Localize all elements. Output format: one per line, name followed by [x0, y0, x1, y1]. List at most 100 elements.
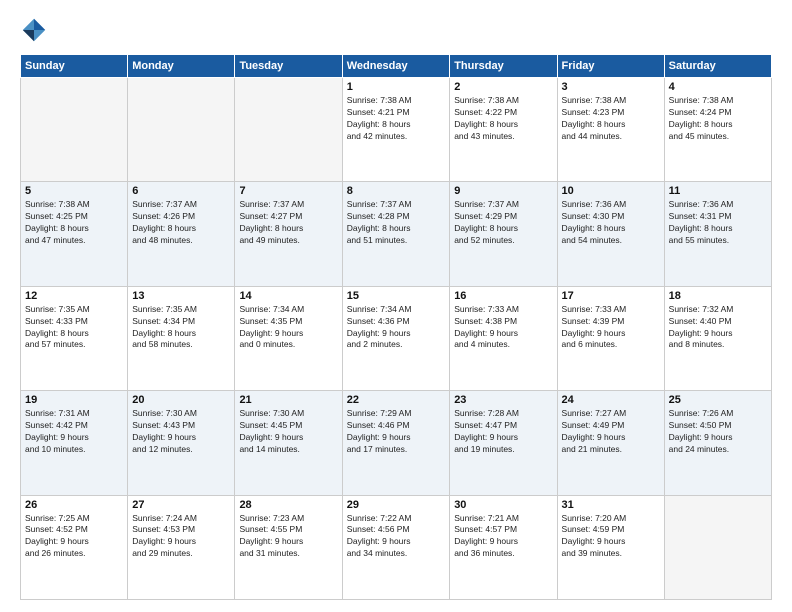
- day-number: 2: [454, 81, 552, 93]
- day-number: 21: [239, 394, 337, 406]
- day-info: Sunrise: 7:24 AM Sunset: 4:53 PM Dayligh…: [132, 513, 230, 561]
- day-info: Sunrise: 7:36 AM Sunset: 4:31 PM Dayligh…: [669, 199, 767, 247]
- day-number: 5: [25, 185, 123, 197]
- day-number: 13: [132, 290, 230, 302]
- weekday-header-sunday: Sunday: [21, 55, 128, 78]
- day-number: 29: [347, 499, 445, 511]
- day-number: 1: [347, 81, 445, 93]
- calendar-cell: 7Sunrise: 7:37 AM Sunset: 4:27 PM Daylig…: [235, 182, 342, 286]
- day-number: 17: [562, 290, 660, 302]
- day-info: Sunrise: 7:20 AM Sunset: 4:59 PM Dayligh…: [562, 513, 660, 561]
- day-info: Sunrise: 7:36 AM Sunset: 4:30 PM Dayligh…: [562, 199, 660, 247]
- calendar-cell: 16 Sunrise: 7:33 AM Sunset: 4:38 PM Dayli…: [450, 286, 557, 390]
- day-info: Sunrise: 7:38 AM Sunset: 4:25 PM Dayligh…: [25, 199, 123, 247]
- day-info: Sunrise: 7:37 AM Sunset: 4:29 PM Dayligh…: [454, 199, 552, 247]
- calendar-cell: 28 Sunrise: 7:23 AM Sunset: 4:55 PM Dayli…: [235, 495, 342, 599]
- header: [20, 16, 772, 44]
- calendar-cell: [21, 78, 128, 182]
- day-info: Sunrise: 7:21 AM Sunset: 4:57 PM Dayligh…: [454, 513, 552, 561]
- day-info: Sunrise: 7:22 AM Sunset: 4:56 PM Dayligh…: [347, 513, 445, 561]
- logo: [20, 16, 52, 44]
- weekday-header-monday: Monday: [128, 55, 235, 78]
- calendar-cell: 4Sunrise: 7:38 AM Sunset: 4:24 PM Daylig…: [664, 78, 771, 182]
- calendar-cell: 24 Sunrise: 7:27 AM Sunset: 4:49 PM Dayli…: [557, 391, 664, 495]
- day-number: 15: [347, 290, 445, 302]
- week-row-2: 5 Sunrise: 7:38 AM Sunset: 4:25 PM Daylig…: [21, 182, 772, 286]
- day-number: 22: [347, 394, 445, 406]
- day-number: 30: [454, 499, 552, 511]
- calendar-cell: 26Sunrise: 7:25 AM Sunset: 4:52 PM Dayli…: [21, 495, 128, 599]
- weekday-header-row: SundayMondayTuesdayWednesdayThursdayFrid…: [21, 55, 772, 78]
- week-row-3: 12 Sunrise: 7:35 AM Sunset: 4:33 PM Dayli…: [21, 286, 772, 390]
- calendar-cell: 10 Sunrise: 7:36 AM Sunset: 4:30 PM Dayli…: [557, 182, 664, 286]
- calendar-cell: 21 Sunrise: 7:30 AM Sunset: 4:45 PM Dayli…: [235, 391, 342, 495]
- page: SundayMondayTuesdayWednesdayThursdayFrid…: [0, 0, 792, 612]
- day-number: 23: [454, 394, 552, 406]
- day-info: Sunrise: 7:29 AM Sunset: 4:46 PM Dayligh…: [347, 408, 445, 456]
- calendar-cell: 23 Sunrise: 7:28 AM Sunset: 4:47 PM Dayli…: [450, 391, 557, 495]
- day-info: Sunrise: 7:35 AM Sunset: 4:34 PM Dayligh…: [132, 304, 230, 352]
- day-info: Sunrise: 7:38 AM Sunset: 4:22 PM Dayligh…: [454, 95, 552, 143]
- weekday-header-saturday: Saturday: [664, 55, 771, 78]
- calendar-cell: 29 Sunrise: 7:22 AM Sunset: 4:56 PM Dayli…: [342, 495, 449, 599]
- calendar-cell: 15Sunrise: 7:34 AM Sunset: 4:36 PM Dayli…: [342, 286, 449, 390]
- day-number: 11: [669, 185, 767, 197]
- day-number: 28: [239, 499, 337, 511]
- calendar-cell: 8Sunrise: 7:37 AM Sunset: 4:28 PM Daylig…: [342, 182, 449, 286]
- calendar-cell: 9 Sunrise: 7:37 AM Sunset: 4:29 PM Daylig…: [450, 182, 557, 286]
- day-number: 7: [239, 185, 337, 197]
- day-info: Sunrise: 7:33 AM Sunset: 4:39 PM Dayligh…: [562, 304, 660, 352]
- day-info: Sunrise: 7:27 AM Sunset: 4:49 PM Dayligh…: [562, 408, 660, 456]
- calendar-cell: 25Sunrise: 7:26 AM Sunset: 4:50 PM Dayli…: [664, 391, 771, 495]
- calendar-cell: [664, 495, 771, 599]
- day-info: Sunrise: 7:37 AM Sunset: 4:26 PM Dayligh…: [132, 199, 230, 247]
- day-number: 16: [454, 290, 552, 302]
- day-info: Sunrise: 7:35 AM Sunset: 4:33 PM Dayligh…: [25, 304, 123, 352]
- calendar-cell: 12 Sunrise: 7:35 AM Sunset: 4:33 PM Dayli…: [21, 286, 128, 390]
- day-number: 18: [669, 290, 767, 302]
- day-info: Sunrise: 7:38 AM Sunset: 4:23 PM Dayligh…: [562, 95, 660, 143]
- calendar-cell: 22 Sunrise: 7:29 AM Sunset: 4:46 PM Dayli…: [342, 391, 449, 495]
- day-number: 31: [562, 499, 660, 511]
- calendar-cell: [128, 78, 235, 182]
- calendar-cell: 27 Sunrise: 7:24 AM Sunset: 4:53 PM Dayli…: [128, 495, 235, 599]
- day-number: 26: [25, 499, 123, 511]
- calendar-cell: 14Sunrise: 7:34 AM Sunset: 4:35 PM Dayli…: [235, 286, 342, 390]
- day-info: Sunrise: 7:23 AM Sunset: 4:55 PM Dayligh…: [239, 513, 337, 561]
- day-number: 10: [562, 185, 660, 197]
- week-row-4: 19 Sunrise: 7:31 AM Sunset: 4:42 PM Dayli…: [21, 391, 772, 495]
- week-row-5: 26Sunrise: 7:25 AM Sunset: 4:52 PM Dayli…: [21, 495, 772, 599]
- calendar: SundayMondayTuesdayWednesdayThursdayFrid…: [20, 54, 772, 600]
- logo-icon: [20, 16, 48, 44]
- day-info: Sunrise: 7:28 AM Sunset: 4:47 PM Dayligh…: [454, 408, 552, 456]
- day-info: Sunrise: 7:26 AM Sunset: 4:50 PM Dayligh…: [669, 408, 767, 456]
- day-number: 3: [562, 81, 660, 93]
- weekday-header-tuesday: Tuesday: [235, 55, 342, 78]
- calendar-cell: [235, 78, 342, 182]
- day-info: Sunrise: 7:30 AM Sunset: 4:45 PM Dayligh…: [239, 408, 337, 456]
- day-number: 6: [132, 185, 230, 197]
- calendar-cell: 5 Sunrise: 7:38 AM Sunset: 4:25 PM Daylig…: [21, 182, 128, 286]
- calendar-cell: 6 Sunrise: 7:37 AM Sunset: 4:26 PM Daylig…: [128, 182, 235, 286]
- day-number: 12: [25, 290, 123, 302]
- day-number: 19: [25, 394, 123, 406]
- calendar-cell: 31 Sunrise: 7:20 AM Sunset: 4:59 PM Dayli…: [557, 495, 664, 599]
- calendar-cell: 2 Sunrise: 7:38 AM Sunset: 4:22 PM Daylig…: [450, 78, 557, 182]
- calendar-cell: 17 Sunrise: 7:33 AM Sunset: 4:39 PM Dayli…: [557, 286, 664, 390]
- day-number: 14: [239, 290, 337, 302]
- day-number: 27: [132, 499, 230, 511]
- calendar-cell: 19 Sunrise: 7:31 AM Sunset: 4:42 PM Dayli…: [21, 391, 128, 495]
- calendar-cell: 18 Sunrise: 7:32 AM Sunset: 4:40 PM Dayli…: [664, 286, 771, 390]
- day-info: Sunrise: 7:38 AM Sunset: 4:21 PM Dayligh…: [347, 95, 445, 143]
- calendar-cell: 20Sunrise: 7:30 AM Sunset: 4:43 PM Dayli…: [128, 391, 235, 495]
- calendar-cell: 13 Sunrise: 7:35 AM Sunset: 4:34 PM Dayli…: [128, 286, 235, 390]
- calendar-cell: 30 Sunrise: 7:21 AM Sunset: 4:57 PM Dayli…: [450, 495, 557, 599]
- day-info: Sunrise: 7:31 AM Sunset: 4:42 PM Dayligh…: [25, 408, 123, 456]
- weekday-header-wednesday: Wednesday: [342, 55, 449, 78]
- day-number: 4: [669, 81, 767, 93]
- day-info: Sunrise: 7:33 AM Sunset: 4:38 PM Dayligh…: [454, 304, 552, 352]
- day-number: 24: [562, 394, 660, 406]
- day-number: 8: [347, 185, 445, 197]
- day-info: Sunrise: 7:32 AM Sunset: 4:40 PM Dayligh…: [669, 304, 767, 352]
- day-number: 9: [454, 185, 552, 197]
